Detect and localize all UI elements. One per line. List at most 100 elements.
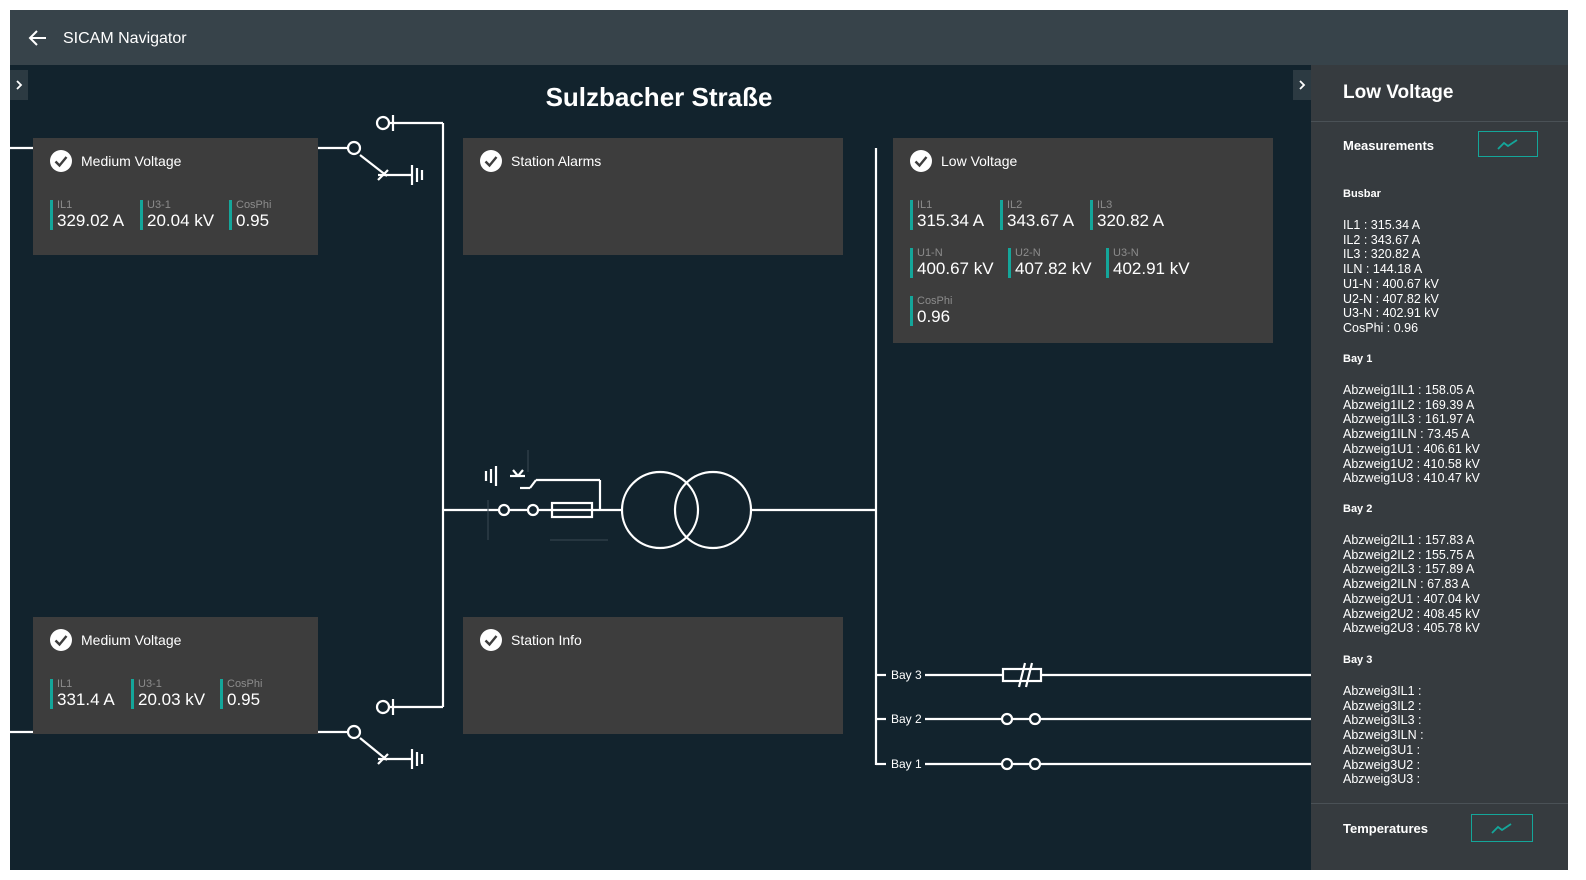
measurement-il1: IL1 331.4 A xyxy=(50,679,115,709)
list-item: Abzweig3U1 : xyxy=(1343,742,1421,757)
measurement-value: 320.82 A xyxy=(1097,211,1165,230)
divider xyxy=(1311,121,1568,122)
low-voltage-card[interactable]: Low Voltage IL1 315.34 A IL2 343.67 A IL… xyxy=(893,138,1273,343)
list-item: Abzweig2ILN : 67.83 A xyxy=(1343,577,1470,592)
list-item: Abzweig1U1 : 406.61 kV xyxy=(1343,441,1480,456)
measurement-u3-1: U3-1 20.04 kV xyxy=(140,200,214,230)
list-item: IL3 : 320.82 A xyxy=(1343,247,1421,262)
card-title: Station Info xyxy=(511,632,582,648)
measurement-label: U1-N xyxy=(917,247,943,259)
list-item: Abzweig2U1 : 407.04 kV xyxy=(1343,591,1480,606)
measurement-cosphi: CosPhi 0.95 xyxy=(229,200,271,230)
card-title: Medium Voltage xyxy=(81,632,182,648)
measurement-u3-1: U3-1 20.03 kV xyxy=(131,679,205,709)
list-item: Abzweig1IL1 : 158.05 A xyxy=(1343,383,1475,397)
check-circle-icon xyxy=(480,629,502,651)
measurement-value: 20.03 kV xyxy=(138,690,206,709)
check-circle-icon xyxy=(910,150,932,172)
check-circle-icon xyxy=(50,150,72,172)
measurement-il2: IL2 343.67 A xyxy=(1000,200,1074,230)
list-item: U2-N : 407.82 kV xyxy=(1343,291,1439,306)
measurement-value: 0.95 xyxy=(236,211,270,230)
group-title-bay-1: Bay 1 xyxy=(1343,353,1373,365)
card-header: Low Voltage xyxy=(909,149,1017,173)
measurement-u1-n: U1-N 400.67 kV xyxy=(910,248,994,278)
bay-1-label[interactable]: Bay 1 xyxy=(891,757,922,771)
card-title: Medium Voltage xyxy=(81,153,182,169)
list-item: Abzweig1IL2 : 169.39 A xyxy=(1343,397,1475,412)
card-header: Station Info xyxy=(479,628,582,652)
measurement-label: CosPhi xyxy=(236,199,272,211)
measurement-value: 0.96 xyxy=(917,307,951,326)
sicam-app: SICAM Navigator Sulzbacher Straße Medium… xyxy=(10,10,1568,870)
measurement-value: 0.95 xyxy=(227,690,261,709)
card-header: Station Alarms xyxy=(479,149,601,173)
measurement-value: 20.04 kV xyxy=(147,211,215,230)
card-header: Medium Voltage xyxy=(49,149,181,173)
list-item: Abzweig3IL1 : xyxy=(1343,684,1422,698)
list-item: Abzweig3ILN : xyxy=(1343,728,1424,743)
bay-3-measurement-list: Abzweig3IL1 : Abzweig3IL2 : Abzweig3IL3 … xyxy=(1343,684,1424,787)
check-circle-icon xyxy=(50,629,72,651)
list-item: CosPhi : 0.96 xyxy=(1343,320,1419,335)
temperatures-trend-button[interactable] xyxy=(1471,814,1533,842)
temperatures-heading: Temperatures xyxy=(1343,821,1429,836)
bay-1-measurement-list: Abzweig1IL1 : 158.05 A Abzweig1IL2 : 169… xyxy=(1343,383,1480,486)
measurement-u2-n: U2-N 407.82 kV xyxy=(1008,248,1092,278)
list-item: IL1 : 315.34 A xyxy=(1343,218,1421,232)
group-title-busbar: Busbar xyxy=(1343,188,1381,200)
measurement-il3: IL3 320.82 A xyxy=(1090,200,1164,230)
measurement-label: IL2 xyxy=(1007,199,1023,211)
divider xyxy=(1311,803,1568,804)
measurements-heading: Measurements xyxy=(1343,138,1435,153)
list-item: Abzweig1IL3 : 161.97 A xyxy=(1343,412,1475,427)
list-item: Abzweig3U2 : xyxy=(1343,757,1421,772)
list-item: Abzweig2IL1 : 157.83 A xyxy=(1343,533,1475,547)
group-title-bay-3: Bay 3 xyxy=(1343,654,1373,666)
list-item: Abzweig2IL3 : 157.89 A xyxy=(1343,562,1475,577)
list-item: ILN : 144.18 A xyxy=(1343,262,1423,277)
medium-voltage-card-top[interactable]: Medium Voltage IL1 329.02 A U3-1 20.04 k… xyxy=(33,138,318,255)
bay-3-label[interactable]: Bay 3 xyxy=(891,668,922,682)
list-item: Abzweig2U3 : 405.78 kV xyxy=(1343,621,1480,636)
measurement-cosphi: CosPhi 0.96 xyxy=(910,296,952,326)
measurement-value: 407.82 kV xyxy=(1015,259,1092,278)
list-item: Abzweig2U2 : 408.45 kV xyxy=(1343,606,1480,621)
check-circle-icon xyxy=(480,150,502,172)
measurements-trend-button[interactable] xyxy=(1478,131,1538,157)
measurement-label: U3-1 xyxy=(147,199,171,211)
medium-voltage-card-bottom[interactable]: Medium Voltage IL1 331.4 A U3-1 20.03 kV… xyxy=(33,617,318,734)
trend-chart-icon xyxy=(1497,139,1518,150)
measurement-il1: IL1 329.02 A xyxy=(50,200,124,230)
panel-title: Low Voltage xyxy=(1343,82,1454,103)
measurement-label: IL3 xyxy=(1097,199,1113,211)
list-item: U3-N : 402.91 kV xyxy=(1343,306,1439,321)
trend-chart-icon xyxy=(1491,823,1512,834)
measurement-label: IL1 xyxy=(57,199,73,211)
list-item: Abzweig1U2 : 410.58 kV xyxy=(1343,456,1480,471)
bay-2-measurement-list: Abzweig2IL1 : 157.83 A Abzweig2IL2 : 155… xyxy=(1343,533,1480,636)
list-item: Abzweig3IL3 : xyxy=(1343,713,1422,728)
measurement-value: 331.4 A xyxy=(57,690,115,709)
card-title: Station Alarms xyxy=(511,153,602,169)
station-info-card[interactable]: Station Info xyxy=(463,617,843,734)
station-alarms-card[interactable]: Station Alarms xyxy=(463,138,843,255)
measurement-il1: IL1 315.34 A xyxy=(910,200,984,230)
bay-2-label[interactable]: Bay 2 xyxy=(891,712,922,726)
measurement-label: CosPhi xyxy=(917,295,953,307)
list-item: IL2 : 343.67 A xyxy=(1343,232,1421,247)
list-item: Abzweig1ILN : 73.45 A xyxy=(1343,427,1470,442)
list-item: Abzweig3U3 : xyxy=(1343,772,1421,787)
faint-guides xyxy=(487,450,608,541)
card-header: Medium Voltage xyxy=(49,628,181,652)
measurement-value: 402.91 kV xyxy=(1113,259,1190,278)
list-item: Abzweig2IL2 : 155.75 A xyxy=(1343,547,1475,562)
measurement-label: IL1 xyxy=(917,199,933,211)
list-item: U1-N : 400.67 kV xyxy=(1343,276,1439,291)
measurement-value: 400.67 kV xyxy=(917,259,994,278)
measurement-label: U3-1 xyxy=(138,678,162,690)
list-item: Abzweig1U3 : 410.47 kV xyxy=(1343,471,1480,486)
measurement-value: 315.34 A xyxy=(917,211,985,230)
measurement-u3-n: U3-N 402.91 kV xyxy=(1106,248,1190,278)
measurement-label: IL1 xyxy=(57,678,73,690)
